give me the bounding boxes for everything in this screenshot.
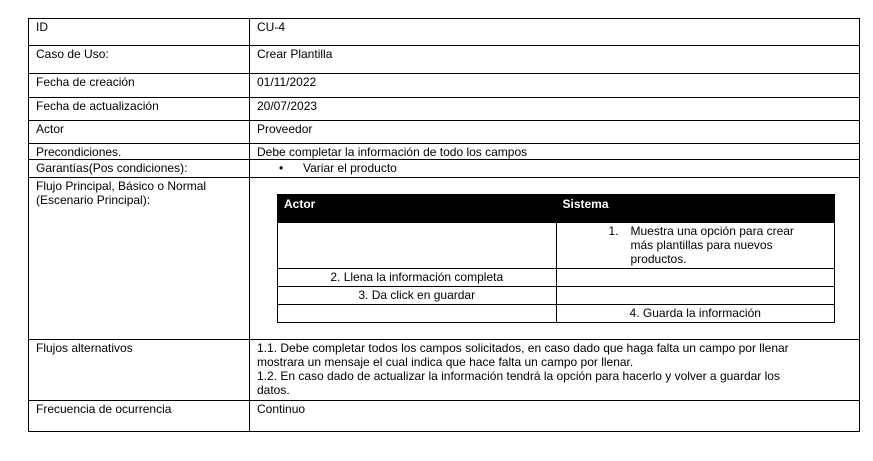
frecuencia-label: Frecuencia de ocurrencia	[28, 400, 250, 432]
alternativos-line1: 1.1. Debe completar todos los campos sol…	[257, 341, 789, 355]
id-label: ID	[28, 18, 250, 46]
precondiciones-label: Precondiciones.	[28, 143, 250, 160]
actor-label: Actor	[28, 120, 250, 144]
use-case-table: ID CU-4 Caso de Uso: Crear Plantilla Fec…	[28, 18, 860, 432]
flujo-label-line1: Flujo Principal, Básico o Normal	[36, 179, 207, 193]
garantias-label: Garantías(Pos condiciones):	[28, 159, 250, 178]
alternativos-line2: mostrara un mensaje el cual indica que h…	[257, 355, 634, 369]
step-1-line2: más plantillas para nuevos	[630, 238, 773, 252]
flujo-principal-label: Flujo Principal, Básico o Normal (Escena…	[28, 177, 250, 340]
garantias-value: Variar el producto	[303, 161, 397, 175]
alternativos-line4: datos.	[257, 383, 290, 397]
actor-value: Proveedor	[249, 120, 860, 144]
fecha-actualizacion-label: Fecha de actualización	[28, 97, 250, 121]
id-value: CU-4	[249, 18, 860, 46]
alternativos-label: Flujos alternativos	[28, 339, 250, 401]
flow-sistema-empty-2	[555, 268, 835, 287]
fecha-creacion-label: Fecha de creación	[28, 73, 250, 98]
flujo-label-line2: (Escenario Principal):	[36, 193, 151, 207]
caso-value: Crear Plantilla	[249, 45, 860, 74]
bullet-icon: •	[279, 161, 284, 175]
frecuencia-value: Continuo	[249, 400, 860, 432]
flow-step-2: 2. Llena la información completa	[277, 268, 557, 287]
flow-actor-empty-4	[277, 304, 557, 323]
fecha-actualizacion-value: 20/07/2023	[249, 97, 860, 121]
flow-sistema-empty-3	[555, 286, 835, 305]
caso-label: Caso de Uso:	[28, 45, 250, 74]
precondiciones-value: Debe completar la información de todo lo…	[249, 143, 860, 160]
flujo-principal-cell: Actor Sistema 1. Muestra una opción para…	[249, 177, 860, 340]
step-1-line1: Muestra una opción para crear	[630, 224, 794, 238]
flow-table: Actor Sistema 1. Muestra una opción para…	[277, 194, 835, 323]
alternativos-line3: 1.2. En caso dado de actualizar la infor…	[257, 369, 780, 383]
flow-actor-empty-1	[277, 222, 557, 269]
garantias-cell: • Variar el producto	[249, 159, 860, 178]
flow-header-actor: Actor	[277, 194, 557, 223]
flow-step-1: 1. Muestra una opción para crear más pla…	[555, 222, 835, 269]
alternativos-cell: 1.1. Debe completar todos los campos sol…	[249, 339, 860, 401]
step-1-line3: productos.	[630, 252, 687, 266]
flow-step-3: 3. Da click en guardar	[277, 286, 557, 305]
garantias-bullet-item: • Variar el producto	[257, 161, 852, 175]
flow-header-sistema: Sistema	[555, 194, 835, 223]
step-1-number: 1.	[608, 224, 619, 238]
fecha-creacion-value: 01/11/2022	[249, 73, 860, 98]
flow-step-4: 4. Guarda la información	[555, 304, 835, 323]
